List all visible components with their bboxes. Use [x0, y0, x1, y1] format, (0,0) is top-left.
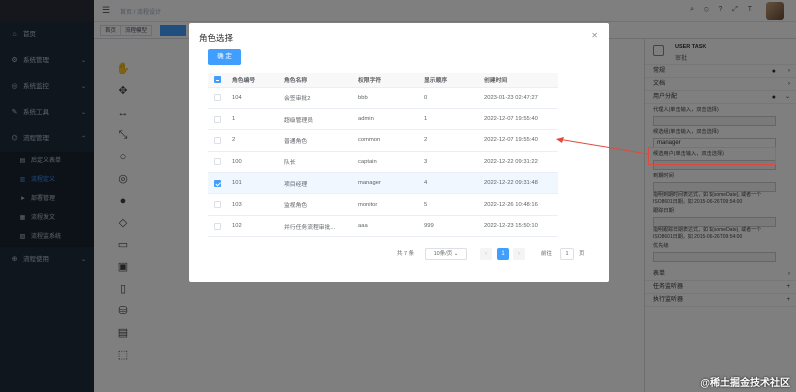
role-table: 角色编号 角色名称 权限字符 显示顺序 创建时间 104 会签审批2 bbb 0 202… [208, 73, 558, 238]
cell-created: 2023-01-23 02:47:27 [478, 87, 558, 109]
cell-order: 3 [418, 151, 478, 174]
row-checkbox[interactable] [214, 158, 221, 166]
cell-created: 2022-12-22 09:31:22 [478, 151, 558, 174]
table-row[interactable]: 1 超级管理员 admin 1 2022-12-07 19:55:40 [208, 108, 558, 131]
row-select-cell[interactable] [208, 108, 226, 131]
page-size-select[interactable]: 10条/页 ⌄ [425, 248, 467, 260]
cell-id: 2 [226, 129, 278, 152]
prev-page-button[interactable]: ‹ [480, 248, 492, 260]
table-row[interactable]: 104 会签审批2 bbb 0 2023-01-23 02:47:27 [208, 87, 558, 109]
cell-created: 2022-12-26 10:48:16 [478, 193, 558, 216]
cell-id: 101 [226, 172, 278, 195]
cell-order: 2 [418, 129, 478, 152]
cell-key: monitor [352, 193, 418, 216]
goto-page-input[interactable]: 1 [560, 248, 574, 260]
cell-id: 103 [226, 193, 278, 216]
annotation-arrow [556, 137, 649, 155]
cell-name: 并行任务流程审批... [278, 215, 352, 238]
cell-key: admin [352, 108, 418, 131]
cell-created: 2022-12-07 19:55:40 [478, 108, 558, 131]
row-select-cell[interactable] [208, 215, 226, 238]
cell-id: 100 [226, 151, 278, 174]
row-select-cell[interactable] [208, 151, 226, 174]
cell-order: 1 [418, 108, 478, 131]
cell-id: 102 [226, 215, 278, 238]
role-select-dialog: 角色选择 ✕ 确 定 角色编号 角色名称 权限字符 显示顺序 创建时间 104 会… [189, 23, 609, 282]
cell-key: manager [352, 172, 418, 195]
goto-suffix: 页 [579, 251, 585, 257]
page-size-value: 10条/页 [433, 251, 453, 257]
select-all-header[interactable] [208, 73, 226, 88]
close-icon[interactable]: ✕ [591, 31, 598, 40]
table-row[interactable]: 2 普通角色 common 2 2022-12-07 19:55:40 [208, 129, 558, 152]
row-checkbox[interactable] [214, 222, 221, 230]
cell-id: 1 [226, 108, 278, 131]
column-header: 权限字符 [352, 73, 418, 88]
cell-order: 0 [418, 87, 478, 109]
watermark: @稀土掘金技术社区 [700, 378, 790, 389]
cell-created: 2022-12-23 15:50:10 [478, 215, 558, 238]
cell-name: 超级管理员 [278, 108, 352, 131]
cell-name: 普通角色 [278, 129, 352, 152]
table-row[interactable]: 101 项目经理 manager 4 2022-12-22 09:31:48 [208, 172, 558, 195]
next-page-button[interactable]: › [513, 248, 525, 260]
cell-key: bbb [352, 87, 418, 109]
cell-id: 104 [226, 87, 278, 109]
row-select-cell[interactable] [208, 172, 226, 195]
table-row[interactable]: 102 并行任务流程审批... aaa 999 2022-12-23 15:50:10 [208, 215, 558, 238]
pagination-total: 共 7 条 [397, 251, 415, 257]
select-all-checkbox[interactable] [214, 76, 221, 84]
row-checkbox[interactable] [214, 136, 221, 144]
column-header: 角色编号 [226, 73, 278, 88]
row-checkbox[interactable] [214, 201, 221, 209]
cell-order: 5 [418, 193, 478, 216]
cell-order: 4 [418, 172, 478, 195]
cell-key: captain [352, 151, 418, 174]
cell-name: 项目经理 [278, 172, 352, 195]
current-page-button[interactable]: 1 [497, 248, 509, 260]
row-select-cell[interactable] [208, 87, 226, 109]
cell-key: aaa [352, 215, 418, 238]
goto-prefix: 前往 [541, 251, 553, 257]
cell-order: 999 [418, 215, 478, 238]
row-checkbox[interactable] [214, 94, 221, 102]
cell-key: common [352, 129, 418, 152]
cell-name: 会签审批2 [278, 87, 352, 109]
table-row[interactable]: 103 监视角色 monitor 5 2022-12-26 10:48:16 [208, 193, 558, 216]
highlight-box [648, 147, 776, 165]
dialog-title: 角色选择 [199, 33, 234, 43]
cell-created: 2022-12-22 09:31:48 [478, 172, 558, 195]
row-checkbox[interactable] [214, 179, 221, 187]
cell-name: 队长 [278, 151, 352, 174]
cell-created: 2022-12-07 19:55:40 [478, 129, 558, 152]
column-header: 角色名称 [278, 73, 352, 88]
row-select-cell[interactable] [208, 193, 226, 216]
row-select-cell[interactable] [208, 129, 226, 152]
table-header-row: 角色编号 角色名称 权限字符 显示顺序 创建时间 [208, 73, 558, 88]
column-header: 显示顺序 [418, 73, 478, 88]
column-header: 创建时间 [478, 73, 558, 88]
table-row[interactable]: 100 队长 captain 3 2022-12-22 09:31:22 [208, 151, 558, 174]
confirm-button[interactable]: 确 定 [208, 49, 241, 65]
cell-name: 监视角色 [278, 193, 352, 216]
row-checkbox[interactable] [214, 115, 221, 123]
